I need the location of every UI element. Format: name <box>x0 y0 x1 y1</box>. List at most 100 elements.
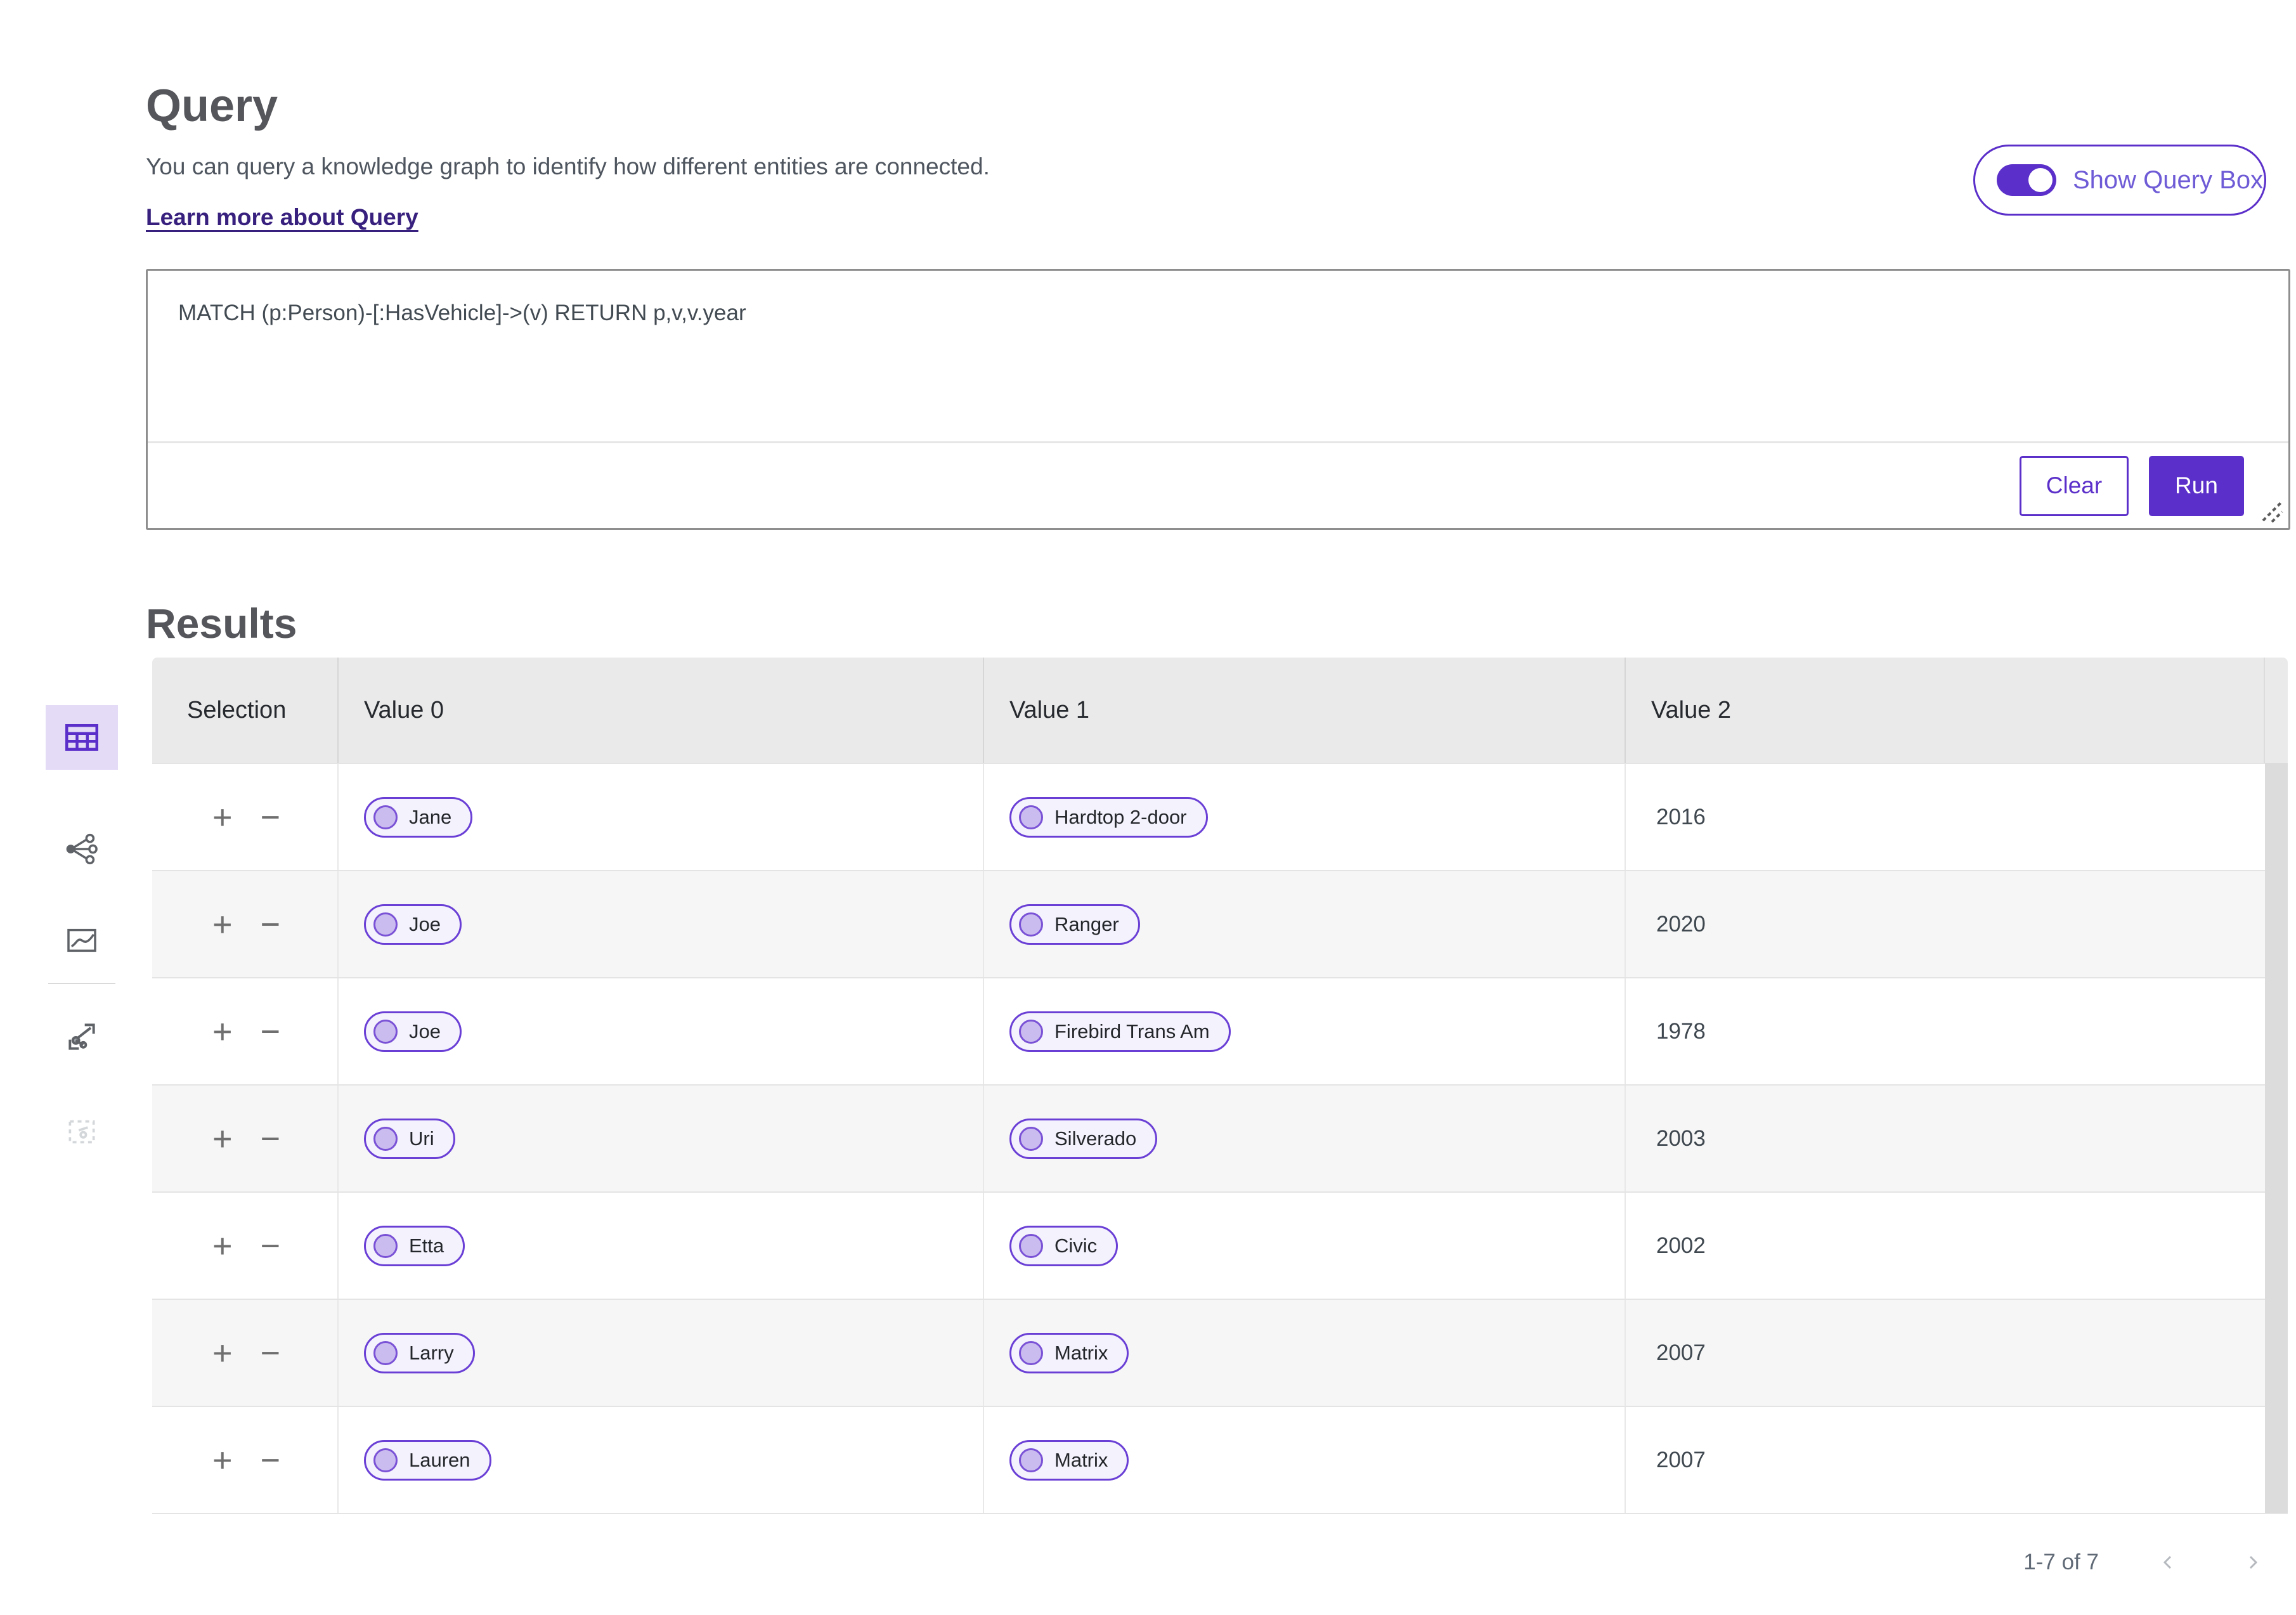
run-button[interactable]: Run <box>2149 455 2244 516</box>
person-node-pill[interactable]: Joe <box>364 1011 462 1052</box>
value0-cell: Lauren <box>337 1407 983 1513</box>
table-footer: 1-7 of 7 <box>152 1513 2288 1611</box>
vehicle-pill-label: Civic <box>1054 1234 1098 1257</box>
person-pill-label: Jane <box>409 805 452 828</box>
remove-from-graph-button[interactable]: − <box>261 1122 281 1156</box>
value1-cell: Silverado <box>983 1086 1625 1191</box>
node-circle-icon <box>373 1340 398 1365</box>
remove-from-graph-button[interactable]: − <box>261 800 281 834</box>
clear-button[interactable]: Clear <box>2020 455 2129 516</box>
toggle-label: Show Query Box <box>2073 165 2264 194</box>
query-input[interactable]: MATCH (p:Person)-[:HasVehicle]->(v) RETU… <box>148 271 2288 443</box>
add-to-graph-button[interactable]: + <box>212 1336 233 1370</box>
table-row: + − Joe Firebird Trans Am 1978 <box>152 977 2288 1084</box>
query-panel: MATCH (p:Person)-[:HasVehicle]->(v) RETU… <box>146 269 2290 530</box>
resize-handle-icon[interactable] <box>2257 496 2283 523</box>
add-to-graph-button[interactable]: + <box>212 1443 233 1477</box>
empty-view-button[interactable] <box>46 1112 118 1151</box>
vehicle-pill-label: Hardtop 2-door <box>1054 805 1187 828</box>
year-cell: 2007 <box>1625 1407 2288 1513</box>
vehicle-node-pill[interactable]: Matrix <box>1009 1439 1129 1481</box>
node-circle-icon <box>373 912 398 937</box>
person-pill-label: Joe <box>409 1020 441 1042</box>
person-node-pill[interactable]: Uri <box>364 1118 455 1159</box>
vehicle-node-pill[interactable]: Ranger <box>1009 904 1140 945</box>
vehicle-pill-label: Firebird Trans Am <box>1054 1020 1210 1042</box>
header-scrollbar-divider <box>2264 658 2265 763</box>
vehicle-pill-label: Ranger <box>1054 912 1119 935</box>
chart-view-button[interactable] <box>46 921 118 960</box>
graph-selection-button[interactable] <box>46 1017 118 1056</box>
value0-cell: Etta <box>337 1193 983 1299</box>
value0-cell: Uri <box>337 1086 983 1191</box>
add-to-graph-button[interactable]: + <box>212 1122 233 1156</box>
learn-more-link[interactable]: Learn more about Query <box>146 204 418 231</box>
node-circle-icon <box>1019 1233 1043 1258</box>
person-pill-label: Larry <box>409 1341 454 1364</box>
value1-cell: Firebird Trans Am <box>983 978 1625 1084</box>
chart-view-icon <box>67 928 96 952</box>
node-circle-icon <box>1019 1019 1043 1044</box>
selection-cell: + − <box>152 1300 337 1406</box>
person-node-pill[interactable]: Joe <box>364 904 462 945</box>
year-cell: 2007 <box>1625 1300 2288 1406</box>
table-row: + − Uri Silverado 2003 <box>152 1084 2288 1191</box>
node-circle-icon <box>1019 1340 1043 1365</box>
next-page-button[interactable] <box>2238 1548 2266 1576</box>
vehicle-node-pill[interactable]: Silverado <box>1009 1118 1158 1159</box>
add-to-graph-button[interactable]: + <box>212 800 233 834</box>
value0-cell: Jane <box>337 764 983 870</box>
previous-page-button[interactable] <box>2155 1548 2182 1576</box>
add-to-graph-button[interactable]: + <box>212 907 233 942</box>
remove-from-graph-button[interactable]: − <box>261 1015 281 1049</box>
person-node-pill[interactable]: Etta <box>364 1225 465 1266</box>
node-circle-icon <box>373 1126 398 1151</box>
vehicle-node-pill[interactable]: Civic <box>1009 1225 1119 1266</box>
vertical-scrollbar[interactable] <box>2265 763 2288 1513</box>
vehicle-node-pill[interactable]: Firebird Trans Am <box>1009 1011 1231 1052</box>
page-description: You can query a knowledge graph to ident… <box>146 153 990 179</box>
column-header-value0: Value 0 <box>337 658 983 763</box>
column-header-value2: Value 2 <box>1625 658 2288 763</box>
year-cell: 2020 <box>1625 871 2288 977</box>
value1-cell: Hardtop 2-door <box>983 764 1625 870</box>
table-view-button[interactable] <box>46 705 118 770</box>
remove-from-graph-button[interactable]: − <box>261 907 281 942</box>
results-title: Results <box>146 599 297 647</box>
query-footer: Clear Run <box>148 443 2288 528</box>
value1-cell: Matrix <box>983 1300 1625 1406</box>
value0-cell: Joe <box>337 978 983 1084</box>
table-row: + − Etta Civic 2002 <box>152 1191 2288 1299</box>
add-to-graph-button[interactable]: + <box>212 1229 233 1263</box>
person-node-pill[interactable]: Larry <box>364 1332 475 1373</box>
remove-from-graph-button[interactable]: − <box>261 1229 281 1263</box>
selection-cell: + − <box>152 1193 337 1299</box>
node-circle-icon <box>373 1233 398 1258</box>
add-to-graph-button[interactable]: + <box>212 1015 233 1049</box>
table-row: + − Lauren Matrix 2007 <box>152 1406 2288 1513</box>
year-cell: 1978 <box>1625 978 2288 1084</box>
person-node-pill[interactable]: Lauren <box>364 1439 491 1481</box>
year-cell: 2002 <box>1625 1193 2288 1299</box>
person-node-pill[interactable]: Jane <box>364 796 473 838</box>
vehicle-node-pill[interactable]: Hardtop 2-door <box>1009 796 1208 838</box>
chevron-right-icon <box>2249 1555 2258 1569</box>
column-header-value1: Value 1 <box>983 658 1625 763</box>
node-circle-icon <box>373 1019 398 1044</box>
person-pill-label: Uri <box>409 1127 434 1150</box>
vehicle-node-pill[interactable]: Matrix <box>1009 1332 1129 1373</box>
remove-from-graph-button[interactable]: − <box>261 1336 281 1370</box>
table-row: + − Joe Ranger 2020 <box>152 870 2288 977</box>
toggle-switch-on[interactable] <box>1997 164 2056 196</box>
remove-from-graph-button[interactable]: − <box>261 1443 281 1477</box>
node-circle-icon <box>373 805 398 829</box>
vehicle-pill-label: Matrix <box>1054 1448 1108 1471</box>
graph-view-button[interactable] <box>46 829 118 869</box>
value1-cell: Matrix <box>983 1407 1625 1513</box>
selection-cell: + − <box>152 978 337 1084</box>
pagination-range: 1-7 of 7 <box>2023 1550 2099 1574</box>
year-cell: 2003 <box>1625 1086 2288 1191</box>
vehicle-pill-label: Matrix <box>1054 1341 1108 1364</box>
toggle-knob <box>2028 168 2053 192</box>
show-query-box-toggle[interactable]: Show Query Box <box>1973 145 2266 216</box>
